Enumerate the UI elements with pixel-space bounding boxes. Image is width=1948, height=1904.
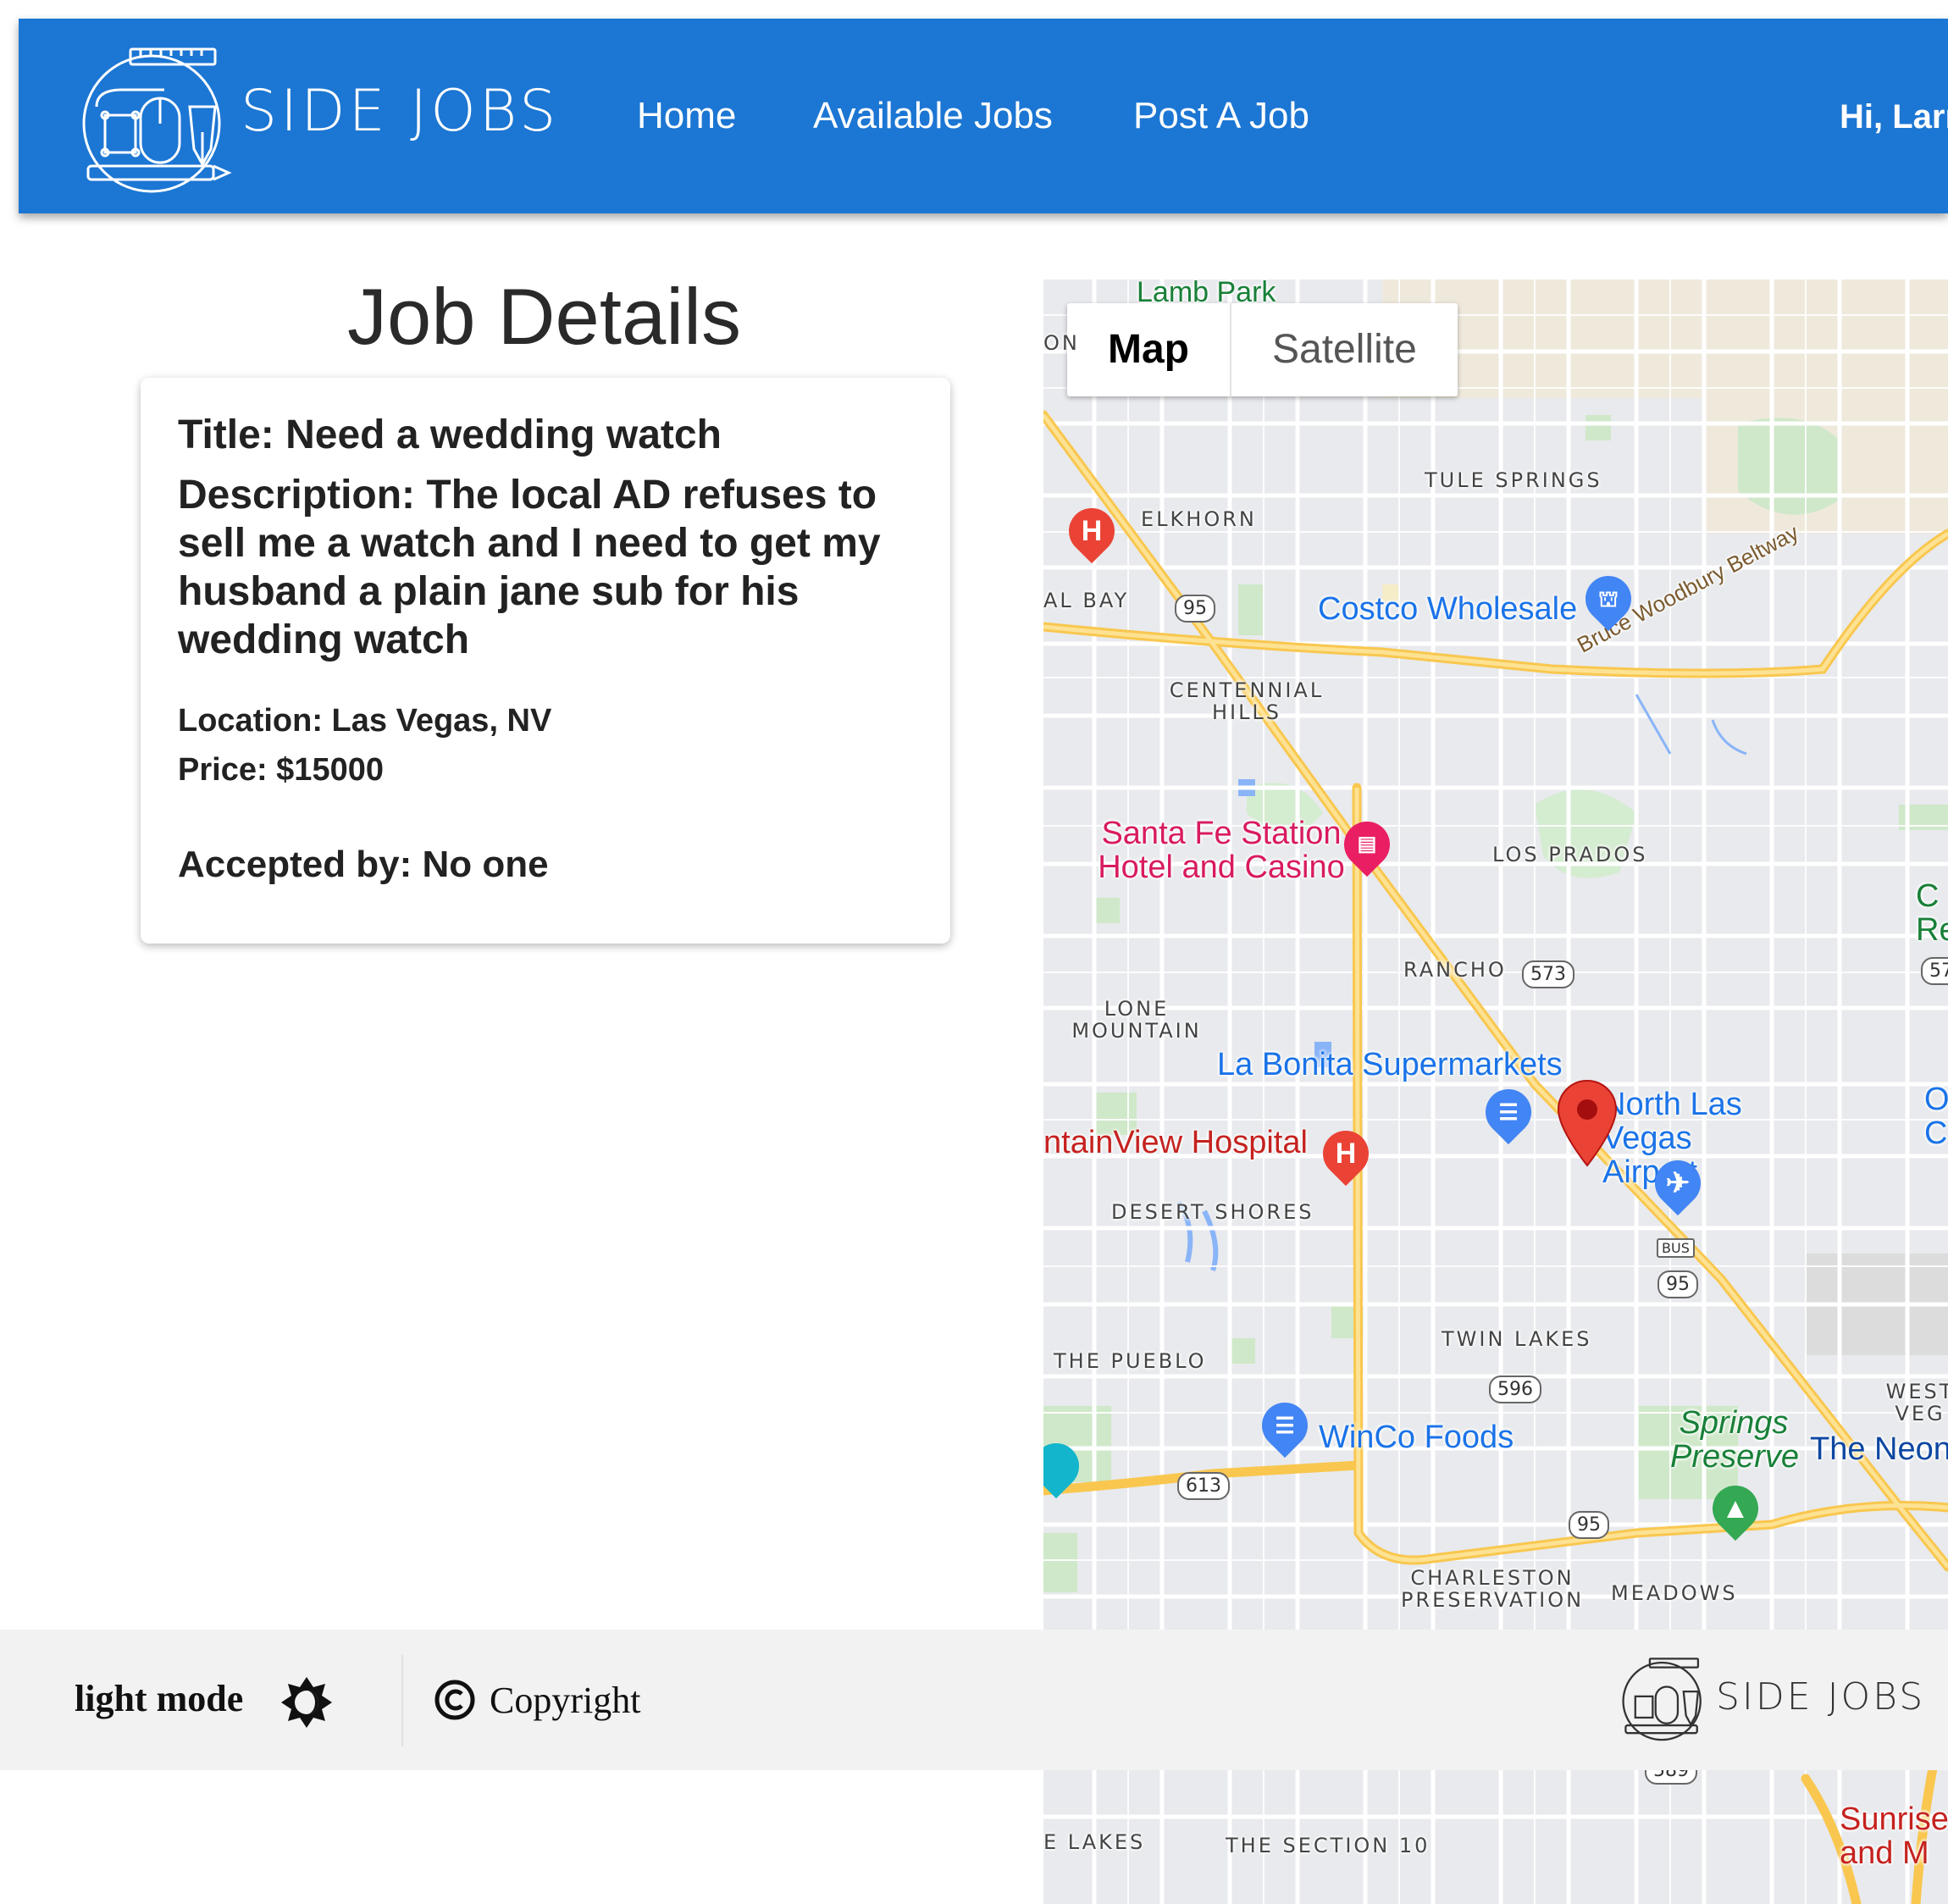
map-label-springs-preserve[interactable]: Springs Preserve — [1670, 1406, 1799, 1474]
map-label-the-section-10: THE SECTION 10 — [1226, 1834, 1431, 1857]
job-details-card: Title: Need a wedding watch Description:… — [141, 378, 950, 944]
page-title: Job Details — [347, 272, 741, 361]
highway-shield-613: 613 — [1177, 1472, 1230, 1500]
map-label-west-veg: WEST VEG — [1885, 1380, 1948, 1425]
user-greeting[interactable]: Hi, Larr — [1840, 98, 1948, 136]
map-label-los-prados: LOS PRADOS — [1492, 843, 1648, 866]
job-description: Description: The local AD refuses to sel… — [178, 473, 881, 662]
map-label-lamb-park: Lamb Park — [1137, 280, 1276, 308]
map-type-map-button[interactable]: Map — [1067, 303, 1230, 396]
side-jobs-logo-icon[interactable] — [71, 39, 241, 195]
highway-shield-95-north: 95 — [1175, 595, 1215, 623]
map-label-the-pueblo: THE PUEBLO — [1054, 1349, 1207, 1373]
footer: light mode Copyright SIDE JOBS — [0, 1630, 1948, 1770]
map-label-desert-shores: DESERT SHORES — [1111, 1200, 1314, 1224]
map-label-santa-fe-station[interactable]: Santa Fe Station Hotel and Casino — [1086, 816, 1357, 884]
job-title: Title: Need a wedding watch — [178, 412, 722, 457]
job-price: Price: $15000 — [178, 752, 384, 788]
highway-shield-57: 57 — [1921, 957, 1948, 985]
highway-shield-95-south: 95 — [1569, 1511, 1609, 1539]
highway-shield-bus-95: 95 — [1657, 1270, 1698, 1298]
airplane-icon: ✈ — [1665, 1167, 1691, 1199]
map-label-c-re: C Re — [1916, 878, 1948, 948]
cart-icon: ☰ — [1498, 1099, 1519, 1125]
map-label-sunrise[interactable]: Sunrise and M — [1840, 1802, 1948, 1870]
map-label-la-bonita[interactable]: La Bonita Supermarkets — [1217, 1047, 1563, 1083]
theme-mode-label: light mode — [75, 1678, 244, 1719]
map-label-winco[interactable]: WinCo Foods — [1319, 1420, 1514, 1456]
hospital-glyph-icon: H — [1081, 515, 1103, 547]
cart-icon-2: ☰ — [1275, 1413, 1295, 1438]
map-label-o-c: O C — [1924, 1082, 1948, 1151]
footer-brand-name: SIDE JOBS — [1716, 1675, 1926, 1719]
map-label-meadows: MEADOWS — [1611, 1581, 1738, 1605]
copyright-text[interactable]: Copyright — [490, 1679, 640, 1722]
nav-link-post-a-job[interactable]: Post A Job — [1133, 95, 1309, 137]
highway-shield-bus-label: BUS — [1657, 1238, 1695, 1258]
hospital-glyph-icon-2: H — [1335, 1137, 1357, 1170]
map-label-the-neon[interactable]: The Neon — [1810, 1431, 1948, 1468]
job-location-marker-icon[interactable] — [1555, 1077, 1619, 1169]
map-type-toggle: Map Satellite — [1067, 303, 1458, 396]
job-accepted-by: Accepted by: No one — [178, 844, 549, 885]
highway-shield-596: 596 — [1489, 1375, 1541, 1403]
map-label-costco[interactable]: Costco Wholesale — [1318, 591, 1577, 628]
map-label-centennial-hills: CENTENNIAL HILLS — [1169, 678, 1325, 724]
job-location: Location: Las Vegas, NV — [178, 703, 552, 739]
theme-toggle-icon[interactable] — [279, 1675, 334, 1730]
nav-link-home[interactable]: Home — [637, 95, 736, 137]
map-label-tule-springs: TULE SPRINGS — [1425, 468, 1602, 492]
map-label-elkhorn: ELKHORN — [1141, 507, 1257, 531]
top-navbar: SIDE JOBS Home Available Jobs Post A Job… — [19, 19, 1948, 213]
copyright-icon — [434, 1680, 475, 1720]
nav-link-available-jobs[interactable]: Available Jobs — [813, 95, 1053, 137]
map-label-rancho: RANCHO — [1403, 958, 1507, 982]
map-label-al-bay: AL BAY — [1043, 589, 1130, 612]
map-label-twin-lakes: TWIN LAKES — [1442, 1327, 1592, 1351]
footer-divider — [401, 1655, 403, 1746]
highway-shield-573: 573 — [1522, 960, 1574, 988]
map-label-on: ON — [1043, 331, 1080, 355]
map-type-satellite-button[interactable]: Satellite — [1230, 303, 1458, 396]
footer-logo-icon[interactable] — [1616, 1652, 1713, 1743]
tree-icon: ▲ — [1721, 1492, 1750, 1525]
brand-name[interactable]: SIDE JOBS — [241, 78, 559, 145]
shopping-bag-icon: ⛫ — [1598, 586, 1619, 612]
map-label-lakes: E LAKES — [1043, 1830, 1146, 1854]
map-label-hospital[interactable]: ntainView Hospital — [1043, 1125, 1308, 1161]
bed-icon: ▤ — [1357, 833, 1377, 855]
map-label-lone-mountain: LONE MOUNTAIN — [1071, 997, 1202, 1043]
map-label-charleston-preservation: CHARLESTON PRESERVATION — [1400, 1566, 1585, 1612]
